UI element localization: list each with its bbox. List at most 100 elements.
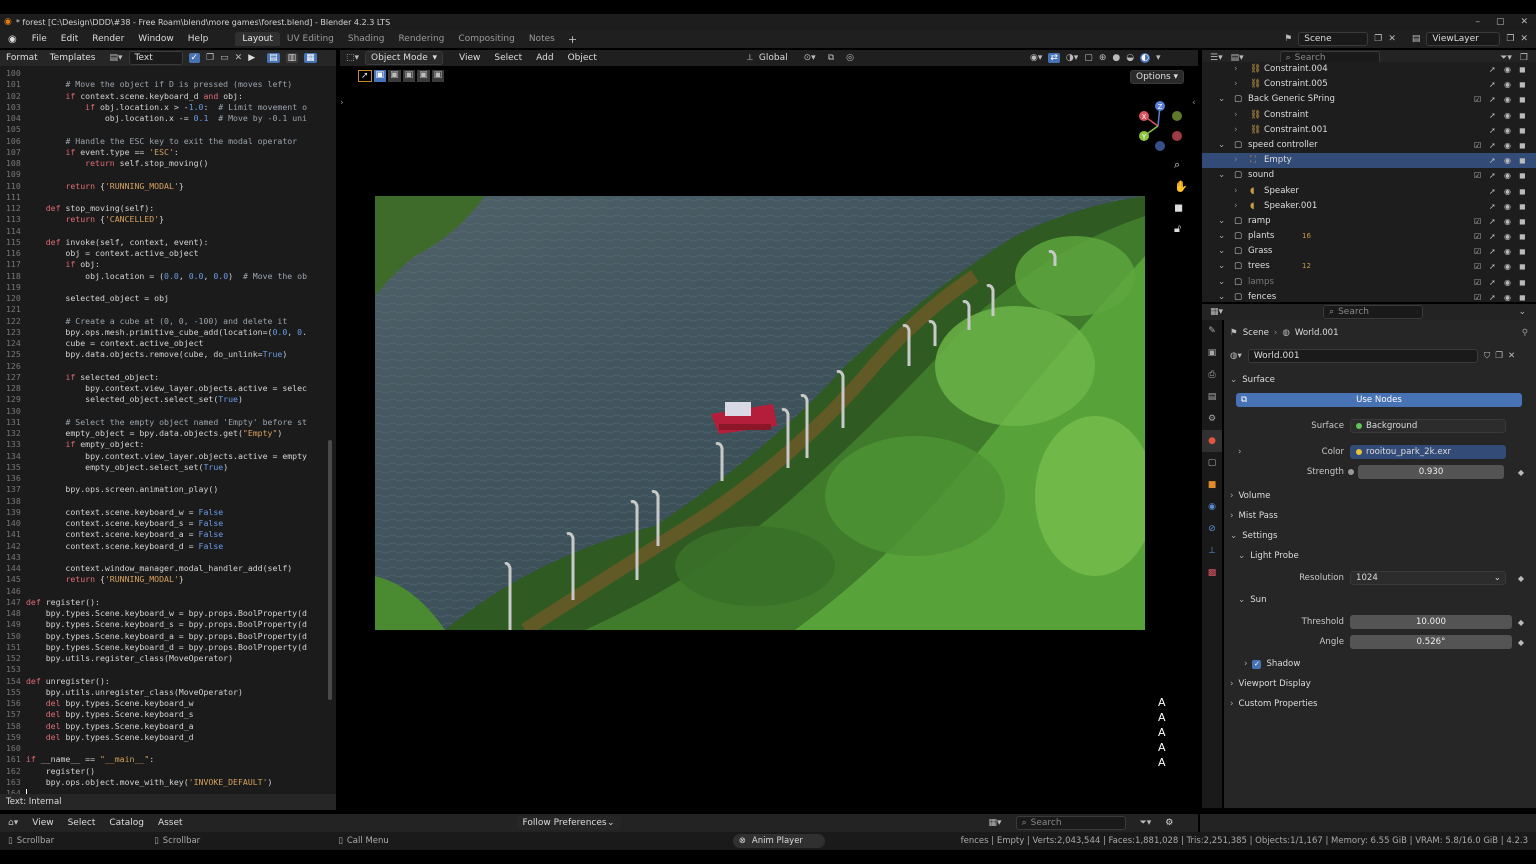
outliner-row[interactable]: ⌄ ▢ speed controller ☑ ➚ ◉ ◼ — [1202, 138, 1536, 153]
exclude-checkbox[interactable]: ☑ — [1474, 259, 1483, 274]
expand-chevron-icon[interactable]: ⌄ — [1218, 138, 1225, 153]
asset-menu-catalog[interactable]: Catalog — [109, 818, 144, 828]
code-line[interactable]: 143 — [0, 552, 336, 563]
editor-type-icon[interactable]: ⬚▾ — [346, 53, 359, 63]
select-arrow-icon[interactable]: ➚ — [1489, 153, 1498, 168]
select-arrow-icon[interactable]: ➚ — [1489, 259, 1498, 274]
code-line[interactable]: 160 — [0, 743, 336, 754]
expand-chevron-icon[interactable]: ⌄ — [1218, 275, 1225, 290]
code-line[interactable]: 121 — [0, 304, 336, 315]
expand-chevron-icon[interactable]: ⌄ — [1218, 214, 1225, 229]
outliner-row[interactable]: › ◖ Speaker.001 ➚ ◉ ◼ — [1202, 199, 1536, 214]
camera-icon[interactable]: ◼ — [1519, 62, 1528, 77]
rendered-shading-icon[interactable]: ◐ — [1140, 53, 1150, 63]
expand-chevron-icon[interactable]: › — [1234, 123, 1237, 138]
run-script-icon[interactable]: ▶ — [248, 53, 255, 63]
camera-icon[interactable]: ◼ — [1519, 168, 1528, 183]
line-numbers-toggle[interactable]: ▤ — [267, 53, 280, 63]
anim-player-pill[interactable]: ⊗ Anim Player — [732, 834, 825, 848]
code-line[interactable]: 155 bpy.utils.unregister_class(MoveOpera… — [0, 687, 336, 698]
code-line[interactable]: 138 — [0, 496, 336, 507]
code-line[interactable]: 104 obj.location.x -= 0.1 # Move by -0.1… — [0, 113, 336, 124]
material-shading-icon[interactable]: ◒ — [1126, 53, 1134, 63]
exclude-checkbox[interactable]: ☑ — [1474, 275, 1483, 290]
shadow-checkbox[interactable]: ✓ — [1252, 659, 1262, 669]
asset-search[interactable]: ⌕ Search — [1015, 816, 1126, 830]
viewport-display-section-header[interactable]: › Viewport Display — [1224, 674, 1536, 694]
delete-scene-icon[interactable]: ✕ — [1388, 34, 1396, 44]
properties-search[interactable]: ⌕ Search — [1323, 305, 1424, 319]
xray-toggle-icon[interactable]: ▢ — [1084, 53, 1093, 63]
tab-layout[interactable]: Layout — [235, 32, 280, 46]
outliner-row[interactable]: ⌄ ▢ Back Generic SPring ☑ ➚ ◉ ◼ — [1202, 92, 1536, 107]
camera-icon[interactable]: ◼ — [1519, 153, 1528, 168]
new-text-icon[interactable]: ❐ — [206, 53, 214, 63]
select-arrow-icon[interactable]: ➚ — [1489, 108, 1498, 123]
surface-shader-field[interactable]: Background — [1350, 419, 1506, 433]
syntax-highlight-toggle[interactable]: ▦ — [304, 53, 317, 63]
follow-preferences-dropdown[interactable]: Follow Preferences ⌄ — [516, 816, 621, 830]
asset-menu-asset[interactable]: Asset — [158, 818, 183, 828]
tab-uv-editing[interactable]: UV Editing — [280, 32, 341, 46]
code-line[interactable]: 151 bpy.types.Scene.keyboard_d = bpy.pro… — [0, 642, 336, 653]
select-arrow-icon[interactable]: ➚ — [1489, 138, 1498, 153]
angle-keyframe-icon[interactable]: ◆ — [1518, 638, 1524, 647]
outliner-row[interactable]: › ⛶ Empty ➚ ◉ ◼ — [1202, 153, 1536, 169]
mode-selector[interactable]: Object Mode ▾ — [365, 51, 444, 65]
camera-icon[interactable]: ◼ — [1519, 244, 1528, 259]
menu-edit[interactable]: Edit — [54, 34, 85, 44]
exclude-checkbox[interactable] — [1474, 108, 1483, 123]
tab-shading[interactable]: Shading — [341, 32, 392, 46]
scene-field[interactable]: Scene — [1298, 32, 1369, 46]
toolbar-expand-icon[interactable]: › — [340, 98, 344, 108]
select-arrow-icon[interactable]: ➚ — [1489, 168, 1498, 183]
eye-icon[interactable]: ◉ — [1504, 92, 1513, 107]
tab-compositing[interactable]: Compositing — [451, 32, 521, 46]
object-tab-icon[interactable]: ■ — [1202, 474, 1222, 496]
overlay-toggle-icon[interactable]: ◑▾ — [1066, 53, 1078, 63]
exclude-checkbox[interactable]: ☑ — [1474, 92, 1483, 107]
outliner-row[interactable]: ⌄ ▢ ramp ☑ ➚ ◉ ◼ — [1202, 214, 1536, 229]
code-line[interactable]: 106 # Handle the ESC key to exit the mod… — [0, 136, 336, 147]
eye-icon[interactable]: ◉ — [1504, 275, 1513, 290]
world-browse-icon[interactable]: ◍▾ — [1230, 351, 1242, 361]
select-arrow-icon[interactable]: ➚ — [1489, 92, 1498, 107]
solid-shading-icon[interactable]: ● — [1112, 53, 1120, 63]
pan-hand-icon[interactable]: ✋ — [1174, 180, 1188, 193]
outliner-row[interactable]: ⌄ ▢ trees 12 ☑ ➚ ◉ ◼ — [1202, 259, 1536, 274]
code-line[interactable]: 109 — [0, 169, 336, 180]
eye-icon[interactable]: ◉ — [1504, 108, 1513, 123]
eye-icon[interactable]: ◉ — [1504, 244, 1513, 259]
outliner-row[interactable]: ⌄ ▢ lamps ☑ ➚ ◉ ◼ — [1202, 275, 1536, 290]
expand-chevron-icon[interactable]: ⌄ — [1218, 168, 1225, 183]
expand-chevron-icon[interactable]: ⌄ — [1218, 259, 1225, 274]
code-line[interactable]: 154 def unregister(): — [0, 676, 336, 687]
expand-chevron-icon[interactable]: › — [1234, 199, 1237, 214]
code-line[interactable]: 110 return {'RUNNING_MODAL'} — [0, 181, 336, 192]
expand-chevron-icon[interactable]: › — [1234, 77, 1237, 92]
select-arrow-icon[interactable]: ➚ — [1489, 184, 1498, 199]
code-line[interactable]: 147 def register(): — [0, 597, 336, 608]
pivot-icon[interactable]: ⊙▾ — [804, 53, 816, 63]
code-line[interactable]: 113 return {'CANCELLED'} — [0, 214, 336, 225]
visibility-icon[interactable]: ◉▾ — [1030, 53, 1042, 63]
delete-viewlayer-icon[interactable]: ✕ — [1520, 34, 1528, 44]
format-menu[interactable]: Format — [6, 53, 38, 63]
code-line[interactable]: 103 if obj.location.x > -1.0: # Limit mo… — [0, 102, 336, 113]
proportional-icon[interactable]: ◎ — [846, 53, 854, 63]
camera-icon[interactable]: ◼ — [1519, 214, 1528, 229]
code-line[interactable]: 131 # Select the empty object named 'Emp… — [0, 417, 336, 428]
text-browse-icon[interactable]: ▤▾ — [109, 53, 122, 63]
add-workspace-button[interactable]: + — [562, 33, 583, 46]
physics-tab-icon[interactable]: ◉ — [1202, 496, 1222, 518]
code-line[interactable]: 149 bpy.types.Scene.keyboard_s = bpy.pro… — [0, 619, 336, 630]
select-box-subtract-icon[interactable]: ▣ — [402, 70, 416, 82]
viewport-menu-view[interactable]: View — [459, 53, 480, 63]
outliner-row[interactable]: ⌄ ▢ plants 16 ☑ ➚ ◉ ◼ — [1202, 229, 1536, 244]
outliner-row[interactable]: ⌄ ▢ sound ☑ ➚ ◉ ◼ — [1202, 168, 1536, 183]
outliner-row[interactable]: › ◖ Speaker ➚ ◉ ◼ — [1202, 184, 1536, 199]
code-line[interactable]: 137 bpy.ops.screen.animation_play() — [0, 484, 336, 495]
eye-icon[interactable]: ◉ — [1504, 123, 1513, 138]
code-line[interactable]: 117 if obj: — [0, 259, 336, 270]
code-line[interactable]: 158 del bpy.types.Scene.keyboard_a — [0, 721, 336, 732]
